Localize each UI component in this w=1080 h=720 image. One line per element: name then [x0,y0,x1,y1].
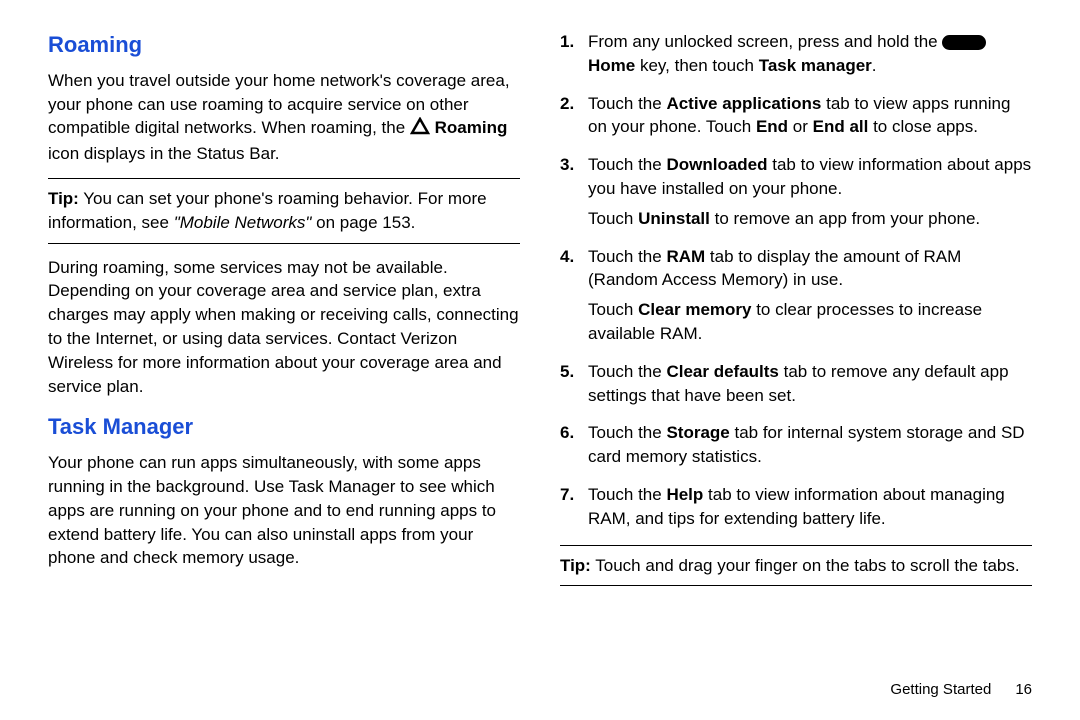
roaming-details: During roaming, some services may not be… [48,256,520,399]
s4sub-a: Touch [588,300,638,319]
right-column: From any unlocked screen, press and hold… [560,30,1032,669]
step-1: From any unlocked screen, press and hold… [560,30,1032,78]
s2d: to close apps. [868,117,978,136]
s3sub-b: to remove an app from your phone. [710,209,980,228]
roaming-tip: Tip: You can set your phone's roaming be… [48,178,520,244]
step-6: Touch the Storage tab for internal syste… [560,421,1032,469]
s2c: or [788,117,813,136]
s6a: Touch the [588,423,666,442]
s2-end: End [756,117,788,136]
step-2: Touch the Active applications tab to vie… [560,92,1032,140]
task-manager-heading: Task Manager [48,412,520,443]
s6-tab: Storage [666,423,729,442]
roaming-tip-ref: "Mobile Networks" [174,213,312,232]
s2-tab: Active applications [666,94,821,113]
home-key-icon [942,35,986,50]
manual-page: Roaming When you travel outside your hom… [0,0,1080,720]
s2-endall: End all [813,117,869,136]
s5a: Touch the [588,362,666,381]
tabs-tip-label: Tip: [560,556,591,575]
two-column-layout: Roaming When you travel outside your hom… [48,30,1032,669]
s1-home: Home [588,56,635,75]
s5-tab: Clear defaults [666,362,778,381]
s1c: . [872,56,877,75]
s4sub-cm: Clear memory [638,300,751,319]
footer-page-number: 16 [1015,681,1032,698]
s1-tm: Task manager [759,56,872,75]
task-manager-intro: Your phone can run apps simultaneously, … [48,451,520,570]
roaming-tip-b: on page 153. [311,213,415,232]
step-3: Touch the Downloaded tab to view informa… [560,153,1032,230]
s3-tab: Downloaded [666,155,767,174]
roaming-icon [410,117,430,142]
step-4: Touch the RAM tab to display the amount … [560,245,1032,346]
s3sub-a: Touch [588,209,638,228]
s3sub-un: Uninstall [638,209,710,228]
page-footer: Getting Started 16 [48,669,1032,700]
s1a: From any unlocked screen, press and hold… [588,32,942,51]
step-5: Touch the Clear defaults tab to remove a… [560,360,1032,408]
step-7: Touch the Help tab to view information a… [560,483,1032,531]
step-4-sub: Touch Clear memory to clear processes to… [588,298,1032,346]
step-3-sub: Touch Uninstall to remove an app from yo… [588,207,1032,231]
tip-label: Tip: [48,189,79,208]
roaming-intro-label: Roaming [435,118,508,137]
s3a: Touch the [588,155,666,174]
roaming-intro-b: icon displays in the Status Bar. [48,144,280,163]
task-manager-steps: From any unlocked screen, press and hold… [560,30,1032,531]
roaming-heading: Roaming [48,30,520,61]
s7a: Touch the [588,485,666,504]
s2a: Touch the [588,94,666,113]
tabs-tip-text: Touch and drag your finger on the tabs t… [591,556,1020,575]
footer-section: Getting Started [890,681,991,698]
s4-tab: RAM [666,247,705,266]
roaming-intro: When you travel outside your home networ… [48,69,520,166]
s1b: key, then touch [635,56,758,75]
left-column: Roaming When you travel outside your hom… [48,30,520,669]
s4a: Touch the [588,247,666,266]
s7-tab: Help [666,485,703,504]
tabs-tip: Tip: Touch and drag your finger on the t… [560,545,1032,587]
